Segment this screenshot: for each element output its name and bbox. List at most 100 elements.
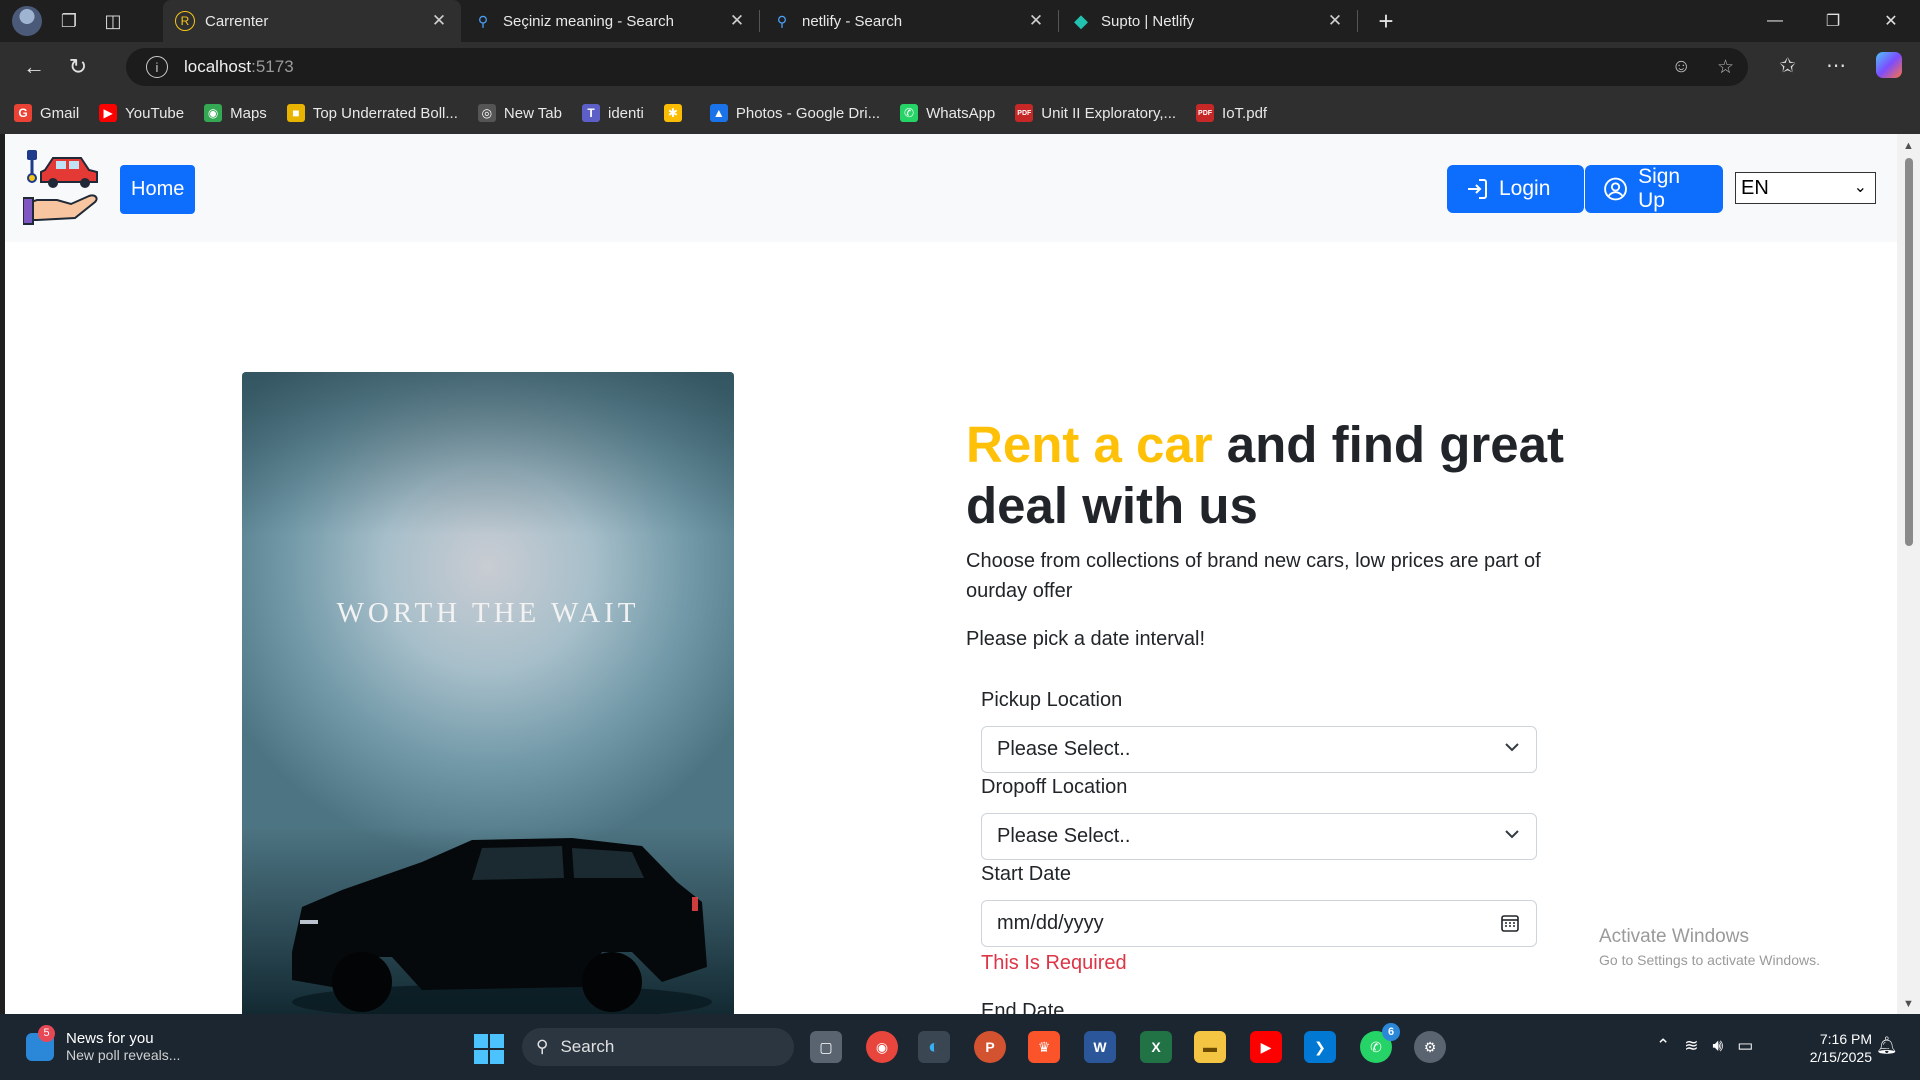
bookmark-item[interactable]: ✱ <box>663 104 690 122</box>
tab-title: Seçiniz meaning - Search <box>503 12 674 30</box>
sign-up-button[interactable]: Sign Up <box>1585 165 1723 213</box>
suv-silhouette <box>292 838 712 1014</box>
home-button[interactable]: Home <box>120 165 196 214</box>
scroll-up-icon[interactable]: ▲ <box>1903 140 1914 152</box>
bookmark-icon: ■ <box>286 104 305 122</box>
volume-icon[interactable]: 🔊︎ <box>1713 1036 1724 1056</box>
minimize-icon[interactable]: — <box>1746 0 1804 42</box>
favorite-star-icon[interactable]: ☆ <box>1717 56 1734 79</box>
page-scrollbar[interactable]: ▲ ▼ <box>1897 134 1920 1014</box>
battery-icon[interactable]: ▭ <box>1737 1036 1753 1056</box>
news-widget[interactable]: 5 News for you New poll reveals... <box>26 1024 180 1063</box>
login-icon <box>1468 179 1487 199</box>
bookmark-label: WhatsApp <box>926 104 996 122</box>
favorites-icon[interactable]: ✩ <box>1779 53 1796 78</box>
windows-taskbar: 5 News for you New poll reveals... ⚲ Sea… <box>0 1014 1920 1080</box>
news-badge: 5 <box>38 1024 55 1042</box>
close-tab-icon[interactable]: ✕ <box>1325 11 1345 31</box>
bookmark-item[interactable]: ◎ New Tab <box>477 104 562 122</box>
whatsapp-icon[interactable]: ✆ 6 <box>1360 1023 1400 1063</box>
bookmark-icon: ▶ <box>99 104 118 122</box>
bookmark-icon: ◎ <box>477 104 496 122</box>
tab-seciniz-search[interactable]: ⚲ Seçiniz meaning - Search ✕ <box>461 0 759 42</box>
system-tray: ⌃ ≋ 🔊︎ ▭ <box>1656 1036 1753 1056</box>
vertical-tabs-icon[interactable]: ◫ <box>96 6 130 36</box>
bookmark-icon: PDF <box>1015 104 1034 122</box>
bookmark-item[interactable]: Tidenti <box>581 104 644 122</box>
scrollbar-thumb[interactable] <box>1905 158 1913 546</box>
workspaces-icon[interactable]: ❐ <box>52 6 86 36</box>
bookmark-item[interactable]: ▲ Photos - Google Dri... <box>709 104 881 122</box>
bookmarks-bar: G Gmail ▶ YouTube ◉ Maps ■ Top Underrated Boll.… <box>0 92 1920 134</box>
task-view-icon[interactable]: ▢ <box>810 1031 842 1063</box>
dropoff-location-select[interactable]: Please Select.. <box>981 813 1537 860</box>
bookmark-icon: ✱ <box>663 104 682 122</box>
copilot-icon[interactable] <box>1876 52 1902 78</box>
login-label: Login <box>1499 177 1551 200</box>
bookmark-item[interactable]: ▶ YouTube <box>99 104 184 122</box>
address-bar[interactable]: i localhost:5173 ☺ ☆ <box>126 48 1748 86</box>
close-tab-icon[interactable]: ✕ <box>727 11 747 31</box>
hero-image-tagline: WORTH THE WAIT <box>336 597 640 629</box>
browser-tab-bar: ❐ ◫ R Carrenter ✕ ⚲ Seçiniz meaning - Se… <box>0 0 1920 42</box>
bookmark-label: Photos - Google Dri... <box>735 104 881 122</box>
start-date-input[interactable]: mm/dd/yyyy <box>981 900 1537 947</box>
bookmark-label: Maps <box>230 104 267 122</box>
site-info-icon[interactable]: i <box>146 56 168 78</box>
close-tab-icon[interactable]: ✕ <box>1026 11 1046 31</box>
date-interval-prompt: Please pick a date interval! <box>966 628 1206 650</box>
notification-bell-icon[interactable]: 🔔︎ <box>1876 1036 1898 1056</box>
back-icon[interactable]: ← <box>12 47 56 87</box>
tab-carrenter[interactable]: R Carrenter ✕ <box>163 0 461 42</box>
youtube-icon[interactable]: ▶ <box>1250 1031 1282 1063</box>
start-date-label: Start Date <box>981 863 1072 885</box>
clock[interactable]: 7:16 PM 2/15/2025 <box>1792 1030 1872 1066</box>
start-button[interactable] <box>474 1034 504 1064</box>
url-port: :5173 <box>251 57 294 76</box>
settings-gear-icon[interactable]: ⚙ <box>1414 1031 1446 1063</box>
bookmark-item[interactable]: ✆ WhatsApp <box>900 104 995 122</box>
powerpoint-icon[interactable]: P <box>974 1031 1006 1063</box>
tab-supto-netlify[interactable]: ◆ Supto | Netlify ✕ <box>1059 0 1357 42</box>
calendar-icon[interactable] <box>1500 913 1520 933</box>
netlify-icon: ◆ <box>1074 10 1088 31</box>
login-button[interactable]: Login <box>1447 165 1584 213</box>
brave-icon[interactable]: ♛ <box>1028 1031 1060 1063</box>
bookmark-item[interactable]: PDF IoT.pdf <box>1196 104 1267 122</box>
file-explorer-icon[interactable]: ▬ <box>1194 1031 1226 1063</box>
profile-avatar[interactable] <box>12 6 42 36</box>
user-circle-icon <box>1604 177 1627 201</box>
restore-icon[interactable]: ❐ <box>1804 0 1862 42</box>
excel-icon[interactable]: X <box>1140 1031 1172 1063</box>
whatsapp-badge: 6 <box>1382 1023 1400 1041</box>
pickup-location-select[interactable]: Please Select.. <box>981 726 1537 773</box>
tab-netlify-search[interactable]: ⚲ netlify - Search ✕ <box>760 0 1058 42</box>
car-rental-logo-icon[interactable] <box>23 148 105 230</box>
close-window-icon[interactable]: ✕ <box>1862 0 1920 42</box>
bookmark-item[interactable]: ■ Top Underrated Boll... <box>286 104 458 122</box>
bookmark-item[interactable]: ◉ Maps <box>204 104 267 122</box>
bookmark-item[interactable]: PDF Unit II Exploratory,... <box>1015 104 1176 122</box>
chrome-icon[interactable]: ◉ <box>866 1031 898 1063</box>
chevron-down-icon <box>1505 830 1519 839</box>
reload-icon[interactable]: ↻ <box>56 47 100 87</box>
new-tab-button[interactable]: + <box>1366 6 1406 37</box>
sign-up-label: Sign Up <box>1638 165 1681 212</box>
taskbar-search[interactable]: ⚲ Search <box>522 1028 794 1066</box>
immersive-reader-icon[interactable]: ☺ <box>1672 56 1691 79</box>
bookmark-icon: T <box>581 104 600 122</box>
language-select[interactable]: EN ⌄ <box>1735 172 1876 204</box>
watermark-subtitle: Go to Settings to activate Windows. <box>1599 952 1820 968</box>
page-viewport: Home Login Sign Up EN ⌄ WORTH THE WAIT R… <box>5 134 1897 1014</box>
word-icon[interactable]: W <box>1084 1031 1116 1063</box>
edge-icon[interactable]: ◐ <box>918 1031 950 1063</box>
chevron-up-icon[interactable]: ⌃ <box>1656 1036 1670 1056</box>
more-menu-icon[interactable]: ⋯ <box>1826 53 1846 78</box>
close-tab-icon[interactable]: ✕ <box>429 11 449 31</box>
hero-headline: Rent a car and find great deal with us <box>966 414 1566 536</box>
wifi-icon[interactable]: ≋ <box>1684 1036 1698 1056</box>
clock-time: 7:16 PM <box>1819 1031 1872 1047</box>
bookmark-item[interactable]: G Gmail <box>14 104 79 122</box>
scroll-down-icon[interactable]: ▼ <box>1903 998 1914 1010</box>
vscode-icon[interactable]: ❯ <box>1304 1031 1336 1063</box>
